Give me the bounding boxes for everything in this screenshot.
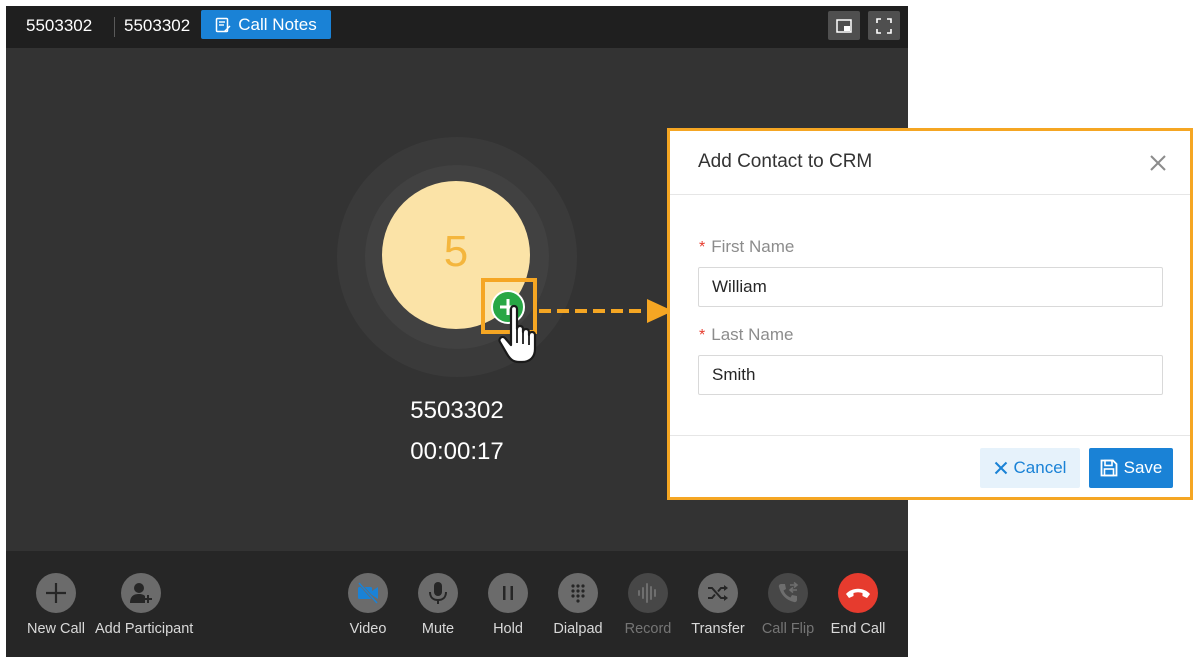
video-button[interactable] — [348, 573, 388, 613]
end-call-button[interactable] — [838, 573, 878, 613]
mute-button[interactable] — [418, 573, 458, 613]
hold-button[interactable] — [488, 573, 528, 613]
end-call-label: End Call — [830, 621, 886, 637]
call-flip-button[interactable] — [768, 573, 808, 613]
arrow-pointer-icon — [539, 299, 673, 323]
call-notes-button[interactable]: Call Notes — [201, 10, 331, 39]
add-participant-button[interactable] — [121, 573, 161, 613]
transfer-button[interactable] — [698, 573, 738, 613]
microphone-icon — [429, 582, 447, 604]
save-button[interactable]: Save — [1089, 448, 1173, 488]
picture-in-picture-button[interactable] — [828, 11, 860, 40]
close-icon — [994, 461, 1007, 475]
new-call-button[interactable] — [36, 573, 76, 613]
call-flip-icon — [778, 582, 799, 603]
pause-icon — [503, 586, 513, 600]
topbar-divider — [114, 17, 115, 37]
record-button[interactable] — [628, 573, 668, 613]
fullscreen-icon — [876, 17, 892, 34]
video-off-icon — [357, 582, 379, 604]
add-user-icon — [130, 583, 152, 603]
first-name-label-text: First Name — [711, 237, 795, 256]
hang-up-icon — [846, 588, 870, 598]
call-controls-bar: New Call Add Participant Video Mute Hold… — [6, 551, 908, 657]
dialog-footer-divider — [670, 435, 1190, 436]
fullscreen-button[interactable] — [868, 11, 900, 40]
hand-pointer-icon — [498, 304, 537, 364]
save-icon — [1100, 459, 1118, 477]
dialog-header-divider — [670, 194, 1190, 195]
waveform-icon — [638, 583, 656, 603]
dialpad-icon — [571, 584, 585, 603]
add-participant-control[interactable]: Add Participant — [95, 573, 194, 637]
new-call-control[interactable]: New Call — [10, 573, 102, 637]
required-mark: * — [699, 239, 706, 256]
add-participant-label: Add Participant — [95, 621, 194, 637]
dialpad-button[interactable] — [558, 573, 598, 613]
last-name-input[interactable] — [698, 355, 1163, 395]
call-notes-icon — [216, 17, 231, 32]
new-call-label: New Call — [26, 621, 85, 637]
plus-icon — [46, 583, 66, 603]
picture-in-picture-icon — [836, 18, 852, 33]
cancel-label: Cancel — [1013, 458, 1067, 477]
call-topbar: 5503302 5503302 Call Notes — [6, 6, 908, 48]
cancel-button[interactable]: Cancel — [980, 448, 1080, 488]
close-icon[interactable] — [1148, 153, 1168, 173]
last-name-label-text: Last Name — [711, 325, 794, 344]
caller-number: 5503302 — [26, 16, 93, 35]
first-name-input[interactable] — [698, 267, 1163, 307]
avatar-initial: 5 — [443, 227, 469, 276]
dialog-title: Add Contact to CRM — [698, 151, 873, 172]
required-mark: * — [699, 327, 706, 344]
add-contact-dialog: Add Contact to CRM * First Name * Last Nam… — [667, 128, 1193, 500]
last-name-label: * Last Name — [699, 325, 793, 345]
save-label: Save — [1123, 458, 1163, 477]
first-name-label: * First Name — [699, 237, 794, 257]
call-notes-label: Call Notes — [238, 14, 317, 34]
end-call-control[interactable]: End Call — [812, 573, 904, 637]
shuffle-icon — [708, 585, 728, 601]
callee-number-header: 5503302 — [124, 16, 191, 35]
